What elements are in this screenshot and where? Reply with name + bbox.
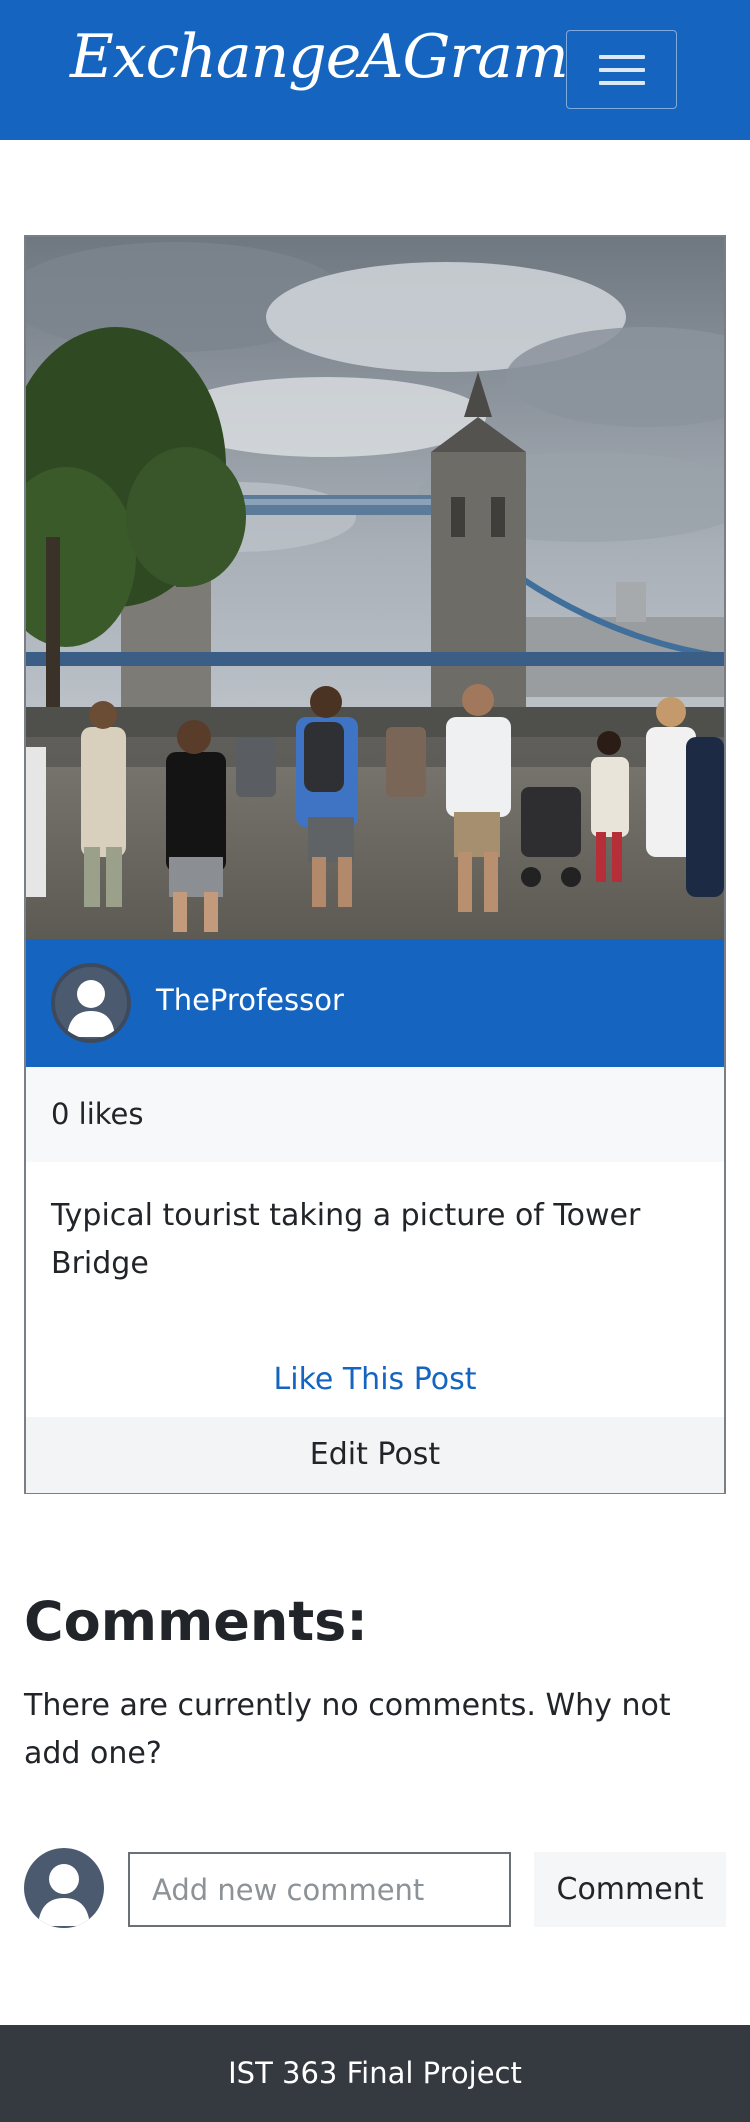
- hamburger-icon-bar: [599, 81, 645, 85]
- post-author-bar: TheProfessor: [26, 939, 724, 1067]
- menu-toggle-button[interactable]: [566, 30, 677, 109]
- comment-input[interactable]: [128, 1852, 511, 1927]
- avatar-silhouette: [67, 980, 115, 1037]
- page-footer: IST 363 Final Project: [0, 2025, 750, 2122]
- post-author-name[interactable]: TheProfessor: [156, 983, 344, 1017]
- no-comments-message: There are currently no comments. Why not…: [24, 1688, 671, 1771]
- like-post-button[interactable]: Like This Post: [24, 1362, 726, 1397]
- user-avatar-icon[interactable]: [51, 963, 131, 1043]
- brand-logo[interactable]: ExchangeAGram: [70, 22, 569, 92]
- post-photo: [26, 237, 724, 939]
- post-card: TheProfessor 0 likes Typical tourist tak…: [24, 235, 726, 1494]
- comments-heading: Comments:: [24, 1590, 368, 1653]
- avatar-silhouette: [38, 1864, 90, 1926]
- footer-text: IST 363 Final Project: [228, 2056, 522, 2090]
- edit-post-button[interactable]: Edit Post: [26, 1417, 724, 1493]
- top-navbar: ExchangeAGram: [0, 0, 750, 140]
- tower-bridge-photo: [26, 237, 724, 939]
- likes-count: 0 likes: [51, 1097, 144, 1131]
- likes-count-row: 0 likes: [26, 1067, 724, 1162]
- post-caption: Typical tourist taking a picture of Towe…: [51, 1198, 641, 1281]
- hamburger-icon-bar: [599, 68, 645, 72]
- comment-avatar-icon: [24, 1848, 104, 1928]
- comment-submit-button[interactable]: Comment: [534, 1852, 726, 1927]
- hamburger-icon: [599, 55, 645, 59]
